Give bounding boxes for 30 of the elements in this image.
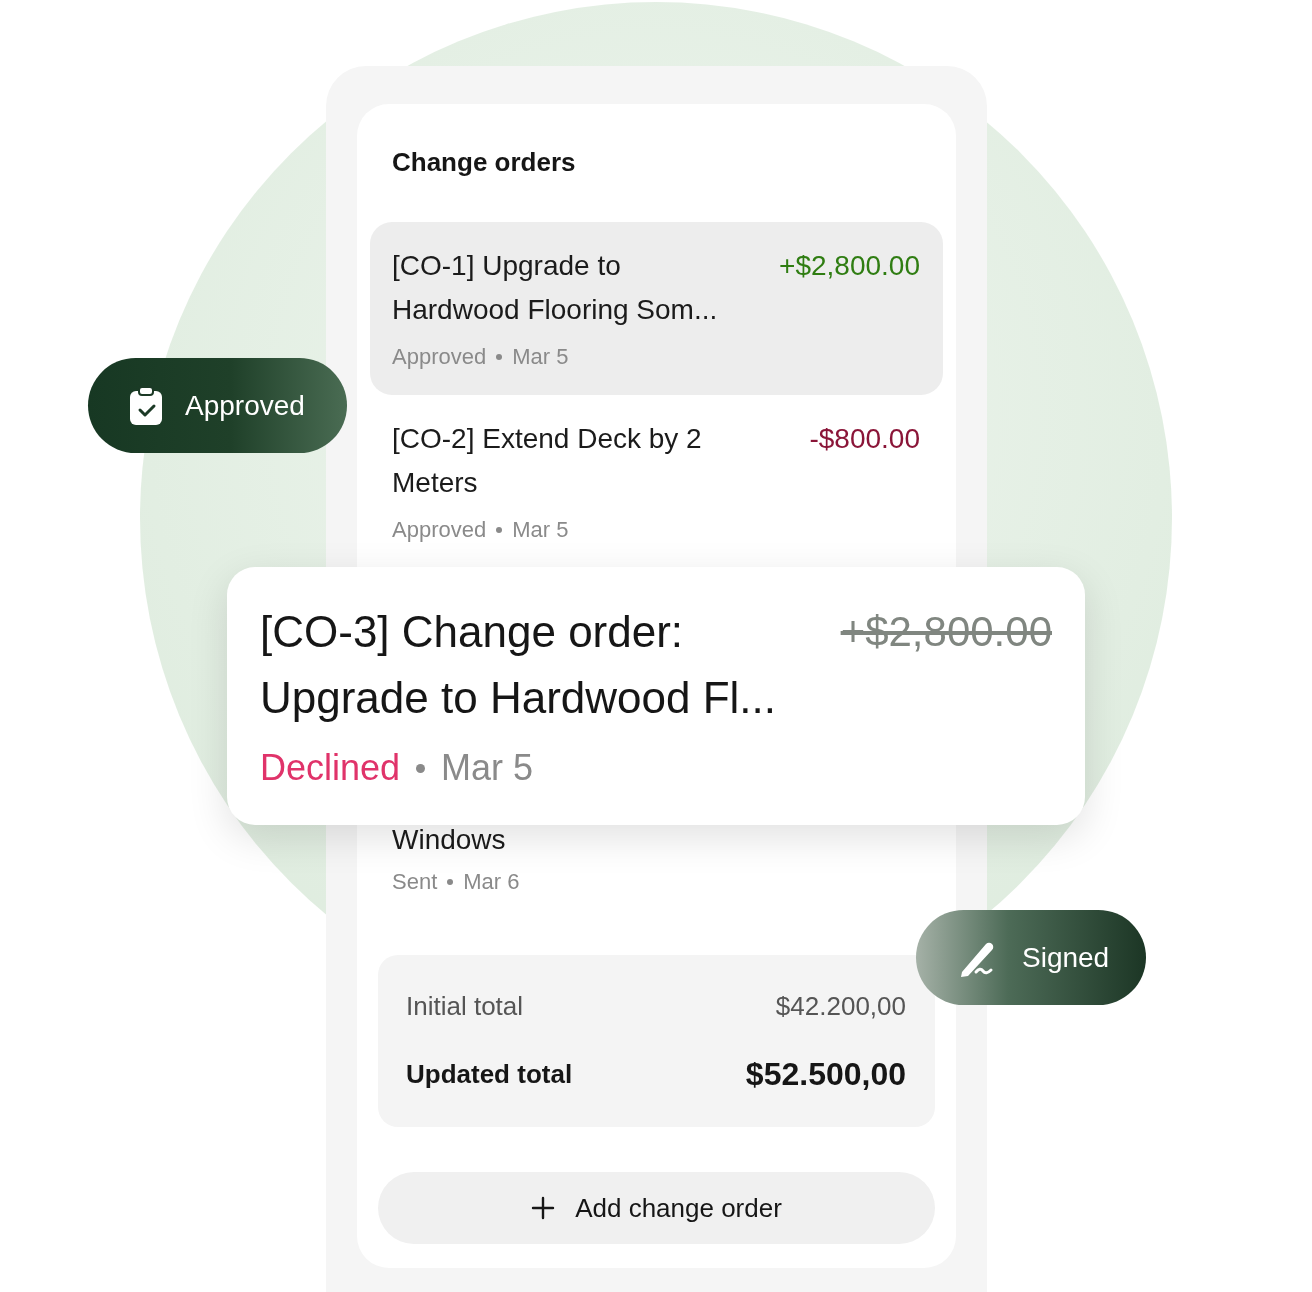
add-change-order-button[interactable]: Add change order: [378, 1172, 935, 1244]
total-value: $42.200,00: [775, 990, 906, 1022]
separator-dot: [496, 527, 503, 533]
separator-dot: [416, 763, 426, 773]
item-date: Mar 6: [463, 868, 520, 896]
change-order-item[interactable]: [CO-1] Upgrade to Hardwood Flooring Som... +$2,800.00 Approved Mar 5: [370, 222, 943, 395]
badge-label: Signed: [1022, 941, 1110, 974]
item-amount: +$2,800.00: [779, 249, 920, 283]
item-date: Mar 5: [512, 343, 569, 371]
item-status: Approved: [392, 516, 487, 544]
panel-title: Change orders: [392, 146, 577, 179]
item-title: [CO-2] Extend Deck by 2 Meters: [392, 422, 703, 500]
total-label: Initial total: [406, 990, 524, 1022]
item-title: Windows: [392, 823, 507, 857]
item-status: Approved: [392, 343, 487, 371]
plus-icon: [531, 1196, 556, 1220]
item-date: Mar 5: [441, 746, 534, 790]
item-amount: -$800.00: [809, 422, 920, 456]
total-label: Updated total: [406, 1058, 573, 1090]
separator-dot: [447, 879, 454, 885]
item-date: Mar 5: [512, 516, 569, 544]
item-status: Sent: [392, 868, 438, 896]
separator-dot: [496, 354, 503, 360]
item-status: Declined: [260, 746, 401, 790]
item-title: [CO-3] Change order: Upgrade to Hardwood Fl...: [260, 606, 778, 724]
badge-label: Approved: [185, 389, 305, 422]
clipboard-check-icon: [129, 385, 163, 426]
item-title: [CO-1] Upgrade to Hardwood Flooring Som...: [392, 249, 719, 327]
item-amount: +$2,800.00: [840, 607, 1052, 657]
total-value: $52.500,00: [745, 1055, 906, 1093]
